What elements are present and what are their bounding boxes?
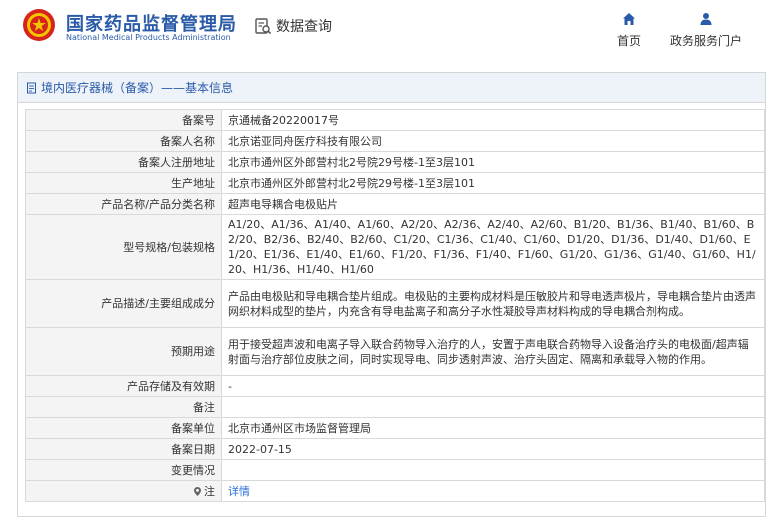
detail-link[interactable]: 详情	[228, 485, 250, 498]
record-table: 备案号 京通械备20220017号 备案人名称 北京诺亚同舟医疗科技有限公司 备…	[25, 109, 765, 502]
table-row: 变更情况	[25, 459, 765, 481]
pin-icon	[194, 487, 201, 496]
row-label: 注	[204, 484, 215, 498]
table-row: 备案号 京通械备20220017号	[25, 109, 765, 131]
row-value: A1/20、A1/36、A1/40、A1/60、A2/20、A2/36、A2/4…	[221, 214, 765, 280]
brand-subtitle: National Medical Products Administration	[66, 33, 231, 42]
nav-gov-services[interactable]: 政务服务门户	[666, 12, 746, 49]
search-document-icon	[255, 18, 272, 35]
table-row: 产品存储及有效期 -	[25, 375, 765, 397]
table-row: 产品描述/主要组成成分 产品由电极贴和导电耦合垫片组成。电极贴的主要构成材料是压…	[25, 279, 765, 328]
row-value-cell: 详情	[221, 480, 765, 502]
row-label: 产品描述/主要组成成分	[25, 279, 222, 328]
row-label: 备注	[25, 396, 222, 418]
table-row: 注 详情	[25, 480, 765, 502]
table-row: 备案人注册地址 北京市通州区外郎营村北2号院29号楼-1至3层101	[25, 151, 765, 173]
site-header: 国家药品监督管理局 National Medical Products Admi…	[0, 0, 766, 62]
row-label: 型号规格/包装规格	[25, 214, 222, 280]
panel-title-bar: 境内医疗器械（备案）——基本信息	[18, 73, 765, 103]
row-value: 北京市通州区市场监督管理局	[221, 417, 765, 439]
row-value	[221, 459, 765, 481]
note-label-cell: 注	[25, 480, 222, 502]
nav-home-label: 首页	[616, 34, 641, 48]
home-icon	[623, 13, 635, 25]
user-icon	[700, 13, 712, 25]
table-row: 备注	[25, 396, 765, 418]
table-row: 备案单位 北京市通州区市场监督管理局	[25, 417, 765, 439]
nav-gov-services-label: 政务服务门户	[669, 34, 742, 48]
table-row: 预期用途 用于接受超声波和电离子导入联合药物导入治疗的人，安置于声电联合药物导入…	[25, 327, 765, 376]
table-row: 生产地址 北京市通州区外郎营村北2号院29号楼-1至3层101	[25, 172, 765, 194]
row-value: 京通械备20220017号	[221, 109, 765, 131]
table-row: 型号规格/包装规格 A1/20、A1/36、A1/40、A1/60、A2/20、…	[25, 214, 765, 280]
row-label: 产品存储及有效期	[25, 375, 222, 397]
row-label: 预期用途	[25, 327, 222, 376]
emblem-icon	[23, 9, 55, 41]
table-row: 备案日期 2022-07-15	[25, 438, 765, 460]
row-value: -	[221, 375, 765, 397]
row-value: 超声电导耦合电极贴片	[221, 193, 765, 215]
document-icon	[27, 82, 36, 93]
row-label: 变更情况	[25, 459, 222, 481]
row-value: 北京诺亚同舟医疗科技有限公司	[221, 130, 765, 152]
table-row: 产品名称/产品分类名称 超声电导耦合电极贴片	[25, 193, 765, 215]
row-label: 备案人名称	[25, 130, 222, 152]
data-query-link[interactable]: 数据查询	[254, 16, 332, 36]
nav-home[interactable]: 首页	[612, 12, 646, 49]
row-value: 2022-07-15	[221, 438, 765, 460]
row-value: 产品由电极贴和导电耦合垫片组成。电极贴的主要构成材料是压敏胶片和导电透声极片，导…	[221, 279, 765, 328]
row-label: 备案人注册地址	[25, 151, 222, 173]
row-value: 北京市通州区外郎营村北2号院29号楼-1至3层101	[221, 151, 765, 173]
row-label: 备案单位	[25, 417, 222, 439]
table-row: 备案人名称 北京诺亚同舟医疗科技有限公司	[25, 130, 765, 152]
data-query-label: 数据查询	[276, 19, 332, 35]
row-value	[221, 396, 765, 418]
row-value: 用于接受超声波和电离子导入联合药物导入治疗的人，安置于声电联合药物导入设备治疗头…	[221, 327, 765, 376]
panel-title: 境内医疗器械（备案）——基本信息	[41, 81, 234, 95]
row-label: 生产地址	[25, 172, 222, 194]
record-panel: 境内医疗器械（备案）——基本信息 备案号 京通械备20220017号 备案人名称…	[17, 72, 766, 517]
row-value: 北京市通州区外郎营村北2号院29号楼-1至3层101	[221, 172, 765, 194]
row-label: 产品名称/产品分类名称	[25, 193, 222, 215]
row-label: 备案日期	[25, 438, 222, 460]
row-label: 备案号	[25, 109, 222, 131]
